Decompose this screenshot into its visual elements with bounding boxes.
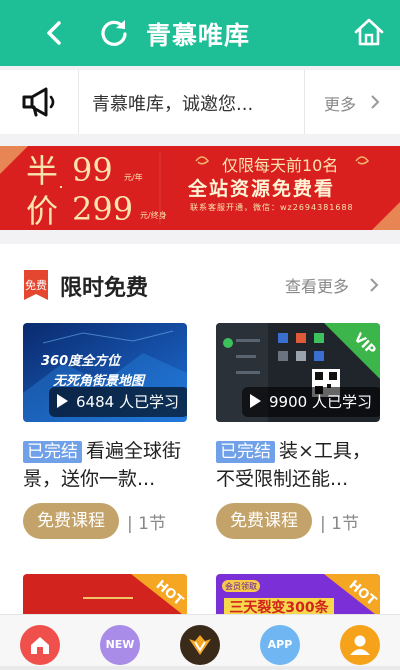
free-tag-icon: 免费 xyxy=(24,270,48,300)
refresh-icon[interactable] xyxy=(98,16,130,48)
course-card-partial[interactable]: 会员领取 三天裂变300条 HOT xyxy=(216,574,380,618)
lesson-count: | 1节 xyxy=(320,514,359,534)
course-thumbnail: 会员领取 三天裂变300条 HOT xyxy=(216,574,380,618)
svg-text:免费: 免费 xyxy=(25,278,47,292)
play-icon xyxy=(57,394,68,408)
course-card-partial[interactable]: HOT xyxy=(23,574,187,618)
banner-limit-text: 仅限每天前10名 xyxy=(222,156,339,175)
chevron-right-icon[interactable] xyxy=(368,277,380,293)
nav-app-label: APP xyxy=(267,638,293,651)
app-header: 青慕唯库 xyxy=(0,0,400,66)
banner-price-year: 99 xyxy=(72,151,113,189)
status-badge: 已完结 xyxy=(23,441,82,463)
home-icon xyxy=(31,637,49,654)
announcement-text[interactable]: 青慕唯库，诚邀您... xyxy=(92,90,253,116)
bottom-nav: NEW APP xyxy=(0,614,400,670)
divider xyxy=(304,70,305,134)
divider xyxy=(78,70,79,134)
banner-contact: 联系客服开通，微信：wz2694381688 xyxy=(190,203,354,212)
bottom-edge xyxy=(0,666,400,670)
nav-home-button[interactable] xyxy=(20,625,60,665)
promo-banner[interactable]: 半 价 99 元/年 299 元/终身 仅限每天前10名 全站资源免费看 联系客… xyxy=(0,146,400,230)
section-title: 限时免费 xyxy=(60,276,149,301)
free-course-button[interactable]: 免费课程 xyxy=(23,503,119,539)
svg-text:会员领取: 会员领取 xyxy=(225,581,257,591)
banner-char-jia: 价 xyxy=(26,192,59,230)
banner-price-life: 299 xyxy=(72,190,134,228)
nav-app-button[interactable]: APP xyxy=(260,625,300,665)
course-thumbnail: HOT xyxy=(23,574,187,618)
course-thumbnail[interactable]: VIP 9900 人已学习 xyxy=(216,323,380,422)
announcement-more-link[interactable]: 更多 xyxy=(324,91,356,115)
banner-unit-life: 元/终身 xyxy=(140,211,167,220)
user-icon xyxy=(350,635,370,655)
banner-unit-year: 元/年 xyxy=(124,173,143,182)
page-title: 青慕唯库 xyxy=(146,21,251,50)
back-arrow-icon[interactable] xyxy=(40,18,70,48)
svg-text:360度全方位: 360度全方位 xyxy=(41,353,122,369)
free-courses-section: 免费 限时免费 查看更多 360度全方位 无死角街景地图 6484 人已学习 已… xyxy=(0,244,400,614)
megaphone-icon xyxy=(22,87,55,117)
view-more-link[interactable]: 查看更多 xyxy=(285,273,349,297)
nav-new-label: NEW xyxy=(105,638,135,651)
play-icon xyxy=(250,394,261,408)
status-badge: 已完结 xyxy=(216,441,275,463)
nav-vip-button[interactable] xyxy=(180,625,220,665)
announcement-bar[interactable]: 青慕唯库，诚邀您... 更多 xyxy=(0,70,400,134)
chevron-right-icon[interactable] xyxy=(369,94,381,110)
nav-new-button[interactable]: NEW xyxy=(100,625,140,665)
vip-crown-icon xyxy=(189,635,211,655)
lesson-count: | 1节 xyxy=(127,514,166,534)
learner-count: 6484 人已学习 xyxy=(49,387,187,417)
free-course-button[interactable]: 免费课程 xyxy=(216,503,312,539)
banner-headline: 全站资源免费看 xyxy=(188,178,336,200)
course-thumbnail[interactable]: 360度全方位 无死角街景地图 6484 人已学习 xyxy=(23,323,187,422)
course-title[interactable]: 已完结 看遍全球街景，送你一款... xyxy=(23,437,191,493)
home-icon[interactable] xyxy=(352,15,386,49)
nav-user-button[interactable] xyxy=(340,625,380,665)
learner-count: 9900 人已学习 xyxy=(242,387,380,417)
course-title[interactable]: 已完结 装×工具，不受限制还能... xyxy=(216,437,384,493)
